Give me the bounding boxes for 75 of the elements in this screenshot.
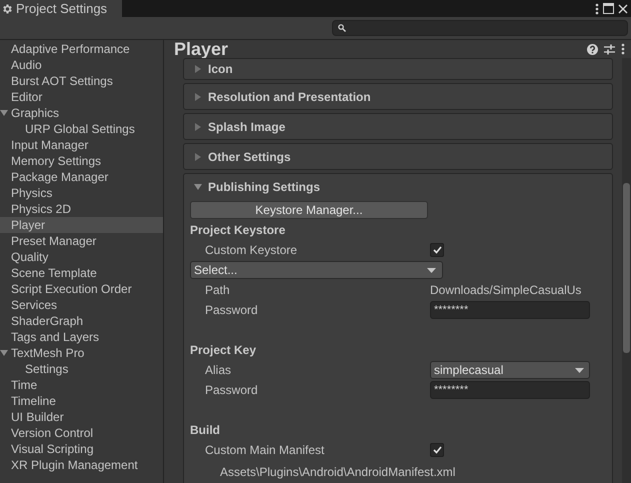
sidebar-item[interactable]: Services xyxy=(0,297,163,313)
scrollbar[interactable] xyxy=(622,58,631,483)
maximize-icon[interactable] xyxy=(603,3,614,14)
sidebar-item[interactable]: Memory Settings xyxy=(0,153,163,169)
field-label: Path xyxy=(204,282,231,299)
triangle-icon xyxy=(194,152,202,160)
password-field[interactable]: ******** xyxy=(430,301,590,319)
triangle-icon xyxy=(0,109,8,117)
checkbox[interactable] xyxy=(430,443,444,457)
close-icon[interactable] xyxy=(618,4,628,14)
triangle-icon xyxy=(0,349,8,357)
section-heading: Project Keystore xyxy=(190,222,286,239)
expand-arrow-icon[interactable] xyxy=(0,349,8,357)
sidebar-item[interactable]: Player xyxy=(0,217,163,233)
sidebar-item[interactable]: UI Builder xyxy=(0,409,163,425)
checkmark-icon xyxy=(432,446,442,454)
triangle-icon xyxy=(194,182,202,190)
sidebar-item[interactable]: Version Control xyxy=(0,425,163,441)
path-value: Downloads/SimpleCasualUs xyxy=(430,282,582,299)
sidebar-item[interactable]: Audio xyxy=(0,57,163,73)
triangle-icon xyxy=(194,92,202,100)
section-header[interactable]: Splash Image xyxy=(184,114,612,139)
caret-icon xyxy=(575,368,584,372)
more-options-icon[interactable] xyxy=(621,43,625,55)
field-label: Password xyxy=(204,382,259,399)
sidebar-item[interactable]: XR Plugin Management xyxy=(0,457,163,473)
sidebar-item[interactable]: Settings xyxy=(0,361,163,377)
window-tab[interactable]: Project Settings xyxy=(0,0,122,17)
sidebar-item[interactable]: Preset Manager xyxy=(0,233,163,249)
section-header[interactable]: Icon xyxy=(184,59,612,79)
sidebar-item[interactable]: Physics xyxy=(0,185,163,201)
field-label: Alias xyxy=(204,362,232,379)
sidebar-item[interactable]: Editor xyxy=(0,89,163,105)
section-header[interactable]: Publishing Settings xyxy=(184,174,612,199)
page-title: Player xyxy=(174,39,228,59)
checkbox[interactable] xyxy=(430,243,444,257)
gear-icon xyxy=(1,2,13,14)
sidebar-item[interactable]: Visual Scripting xyxy=(0,441,163,457)
field-label: Custom Main Manifest xyxy=(204,442,326,459)
password-field[interactable]: ******** xyxy=(430,381,590,399)
sidebar-item[interactable]: Time xyxy=(0,377,163,393)
sidebar-item[interactable]: Scene Template xyxy=(0,265,163,281)
triangle-icon xyxy=(194,122,202,130)
sidebar-item[interactable]: Physics 2D xyxy=(0,201,163,217)
keystore-dropdown[interactable]: Select... xyxy=(190,261,443,279)
sidebar-item[interactable]: Input Manager xyxy=(0,137,163,153)
sidebar-item[interactable]: Package Manager xyxy=(0,169,163,185)
search-icon xyxy=(338,24,346,32)
sidebar-item[interactable]: TextMesh Pro xyxy=(0,345,163,361)
sidebar-item[interactable]: Burst AOT Settings xyxy=(0,73,163,89)
section-header[interactable]: Resolution and Presentation xyxy=(184,84,612,109)
sidebar-item[interactable]: Script Execution Order xyxy=(0,281,163,297)
keystore-manager-button[interactable]: Keystore Manager... xyxy=(190,200,428,218)
alias-dropdown[interactable]: simplecasual xyxy=(430,361,590,379)
checkmark-icon xyxy=(432,246,442,254)
sidebar-item[interactable]: Adaptive Performance xyxy=(0,41,163,57)
search-field[interactable] xyxy=(332,20,628,36)
sidebar-item[interactable]: Timeline xyxy=(0,393,163,409)
section-heading: Build xyxy=(190,422,220,439)
more-options-icon[interactable] xyxy=(595,2,599,14)
triangle-icon xyxy=(194,65,202,73)
sidebar-item[interactable]: Quality xyxy=(0,249,163,265)
manifest-path: Assets\Plugins\Android\AndroidManifest.xml xyxy=(220,464,456,481)
expand-arrow-icon[interactable] xyxy=(0,109,8,117)
field-label: Custom Keystore xyxy=(204,242,298,259)
sidebar-item[interactable]: Graphics xyxy=(0,105,163,121)
sidebar-item[interactable]: ShaderGraph xyxy=(0,313,163,329)
sidebar-item[interactable]: Tags and Layers xyxy=(0,329,163,345)
section-heading: Project Key xyxy=(190,342,256,359)
sliders-icon[interactable] xyxy=(604,44,615,54)
section-header[interactable]: Other Settings xyxy=(184,144,612,169)
caret-icon xyxy=(427,268,436,272)
help-icon[interactable] xyxy=(587,44,598,54)
sidebar-item[interactable]: URP Global Settings xyxy=(0,121,163,137)
field-label: Password xyxy=(204,302,259,319)
